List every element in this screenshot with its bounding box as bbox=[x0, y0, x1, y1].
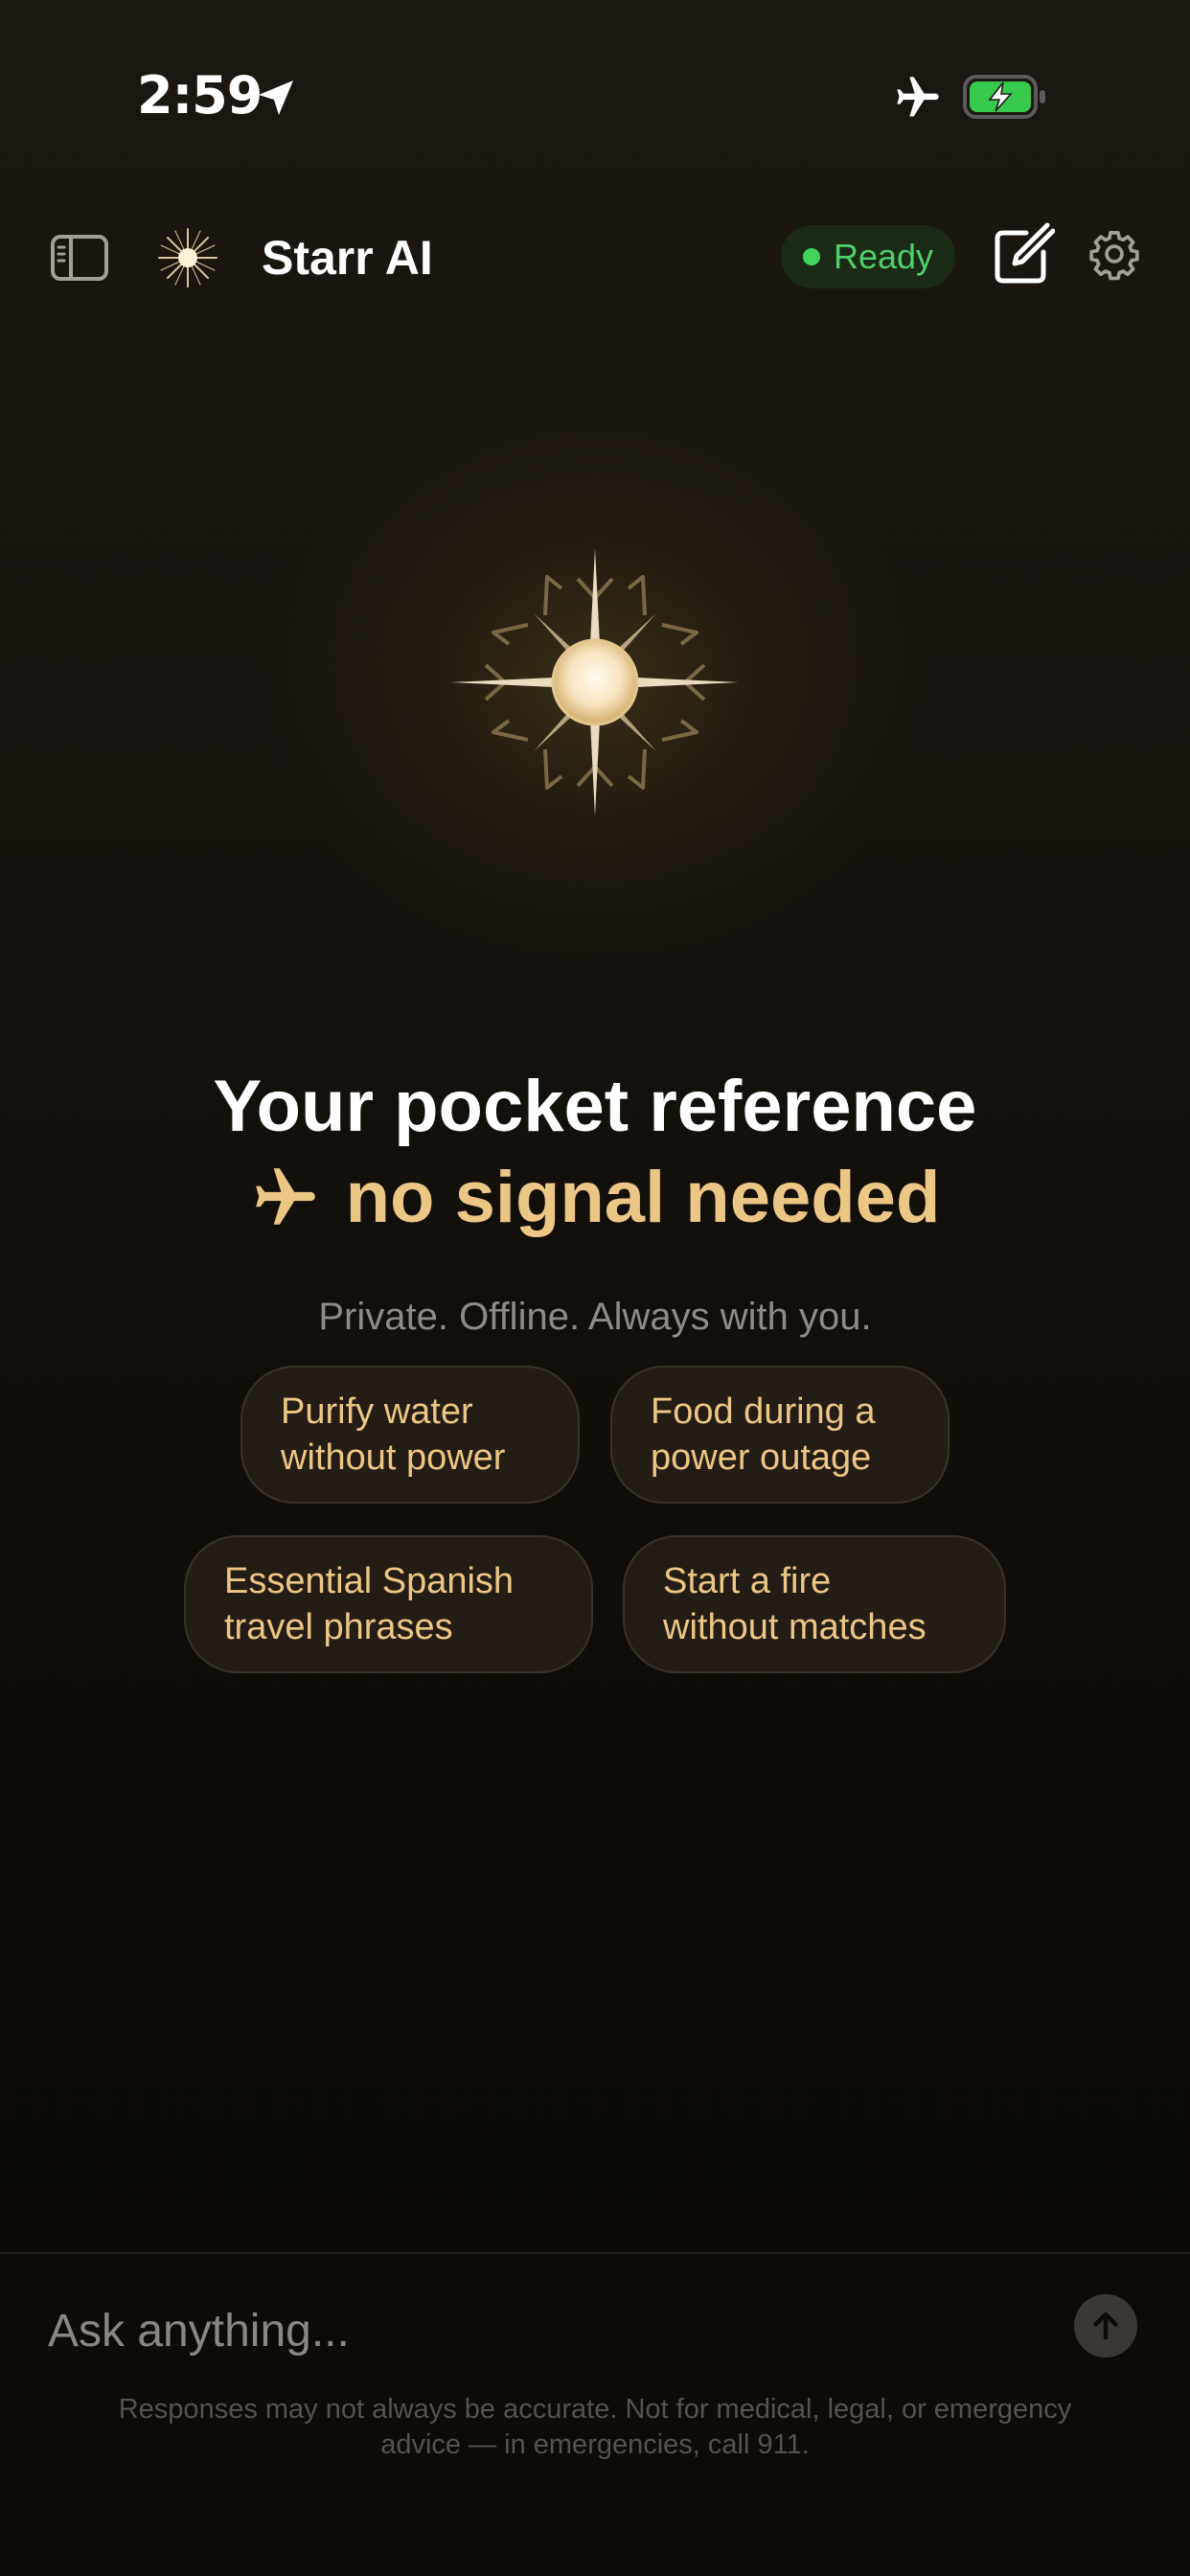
headline-line-2-text: no signal needed bbox=[345, 1157, 941, 1238]
gear-icon bbox=[1089, 230, 1139, 281]
suggestion-chip-purify-water[interactable]: Purify water without power bbox=[240, 1366, 580, 1504]
suggestion-chip-start-fire[interactable]: Start a fire without matches bbox=[623, 1535, 1006, 1673]
status-time: 2:59 bbox=[137, 65, 263, 126]
new-chat-button[interactable] bbox=[990, 219, 1056, 288]
status-label: Ready bbox=[833, 237, 934, 276]
sidebar-toggle-button[interactable] bbox=[50, 231, 111, 285]
app-header: Starr AI Ready bbox=[0, 206, 1190, 310]
suggestion-chip-label: Essential Spanish travel phrases bbox=[224, 1561, 515, 1647]
message-input[interactable] bbox=[48, 2292, 1006, 2369]
status-dot bbox=[802, 248, 820, 265]
status-bar: 2:59 bbox=[0, 0, 1190, 192]
send-button[interactable] bbox=[1074, 2294, 1137, 2358]
suggestion-chip-food-outage[interactable]: Food during a power outage bbox=[610, 1366, 950, 1504]
location-arrow-icon bbox=[259, 80, 293, 115]
suggestion-chip-spanish-phrases[interactable]: Essential Spanish travel phrases bbox=[184, 1535, 593, 1673]
headline-line-2: no signal needed bbox=[0, 1155, 1190, 1241]
tagline: Private. Offline. Always with you. bbox=[318, 1296, 872, 1338]
disclaimer-text: Responses may not always be accurate. No… bbox=[118, 2394, 1072, 2460]
starburst-logo-icon bbox=[158, 228, 217, 288]
headline-line-1: Your pocket reference bbox=[213, 1066, 977, 1147]
model-status-badge: Ready bbox=[781, 225, 955, 288]
suggestion-chip-label: Start a fire without matches bbox=[663, 1561, 927, 1647]
composer: Responses may not always be accurate. No… bbox=[0, 2252, 1190, 2576]
settings-button[interactable] bbox=[1087, 227, 1141, 281]
battery-charging-icon bbox=[963, 75, 1045, 119]
arrow-up-icon bbox=[1093, 2312, 1118, 2340]
compose-icon bbox=[995, 222, 1056, 284]
suggestion-chip-label: Food during a power outage bbox=[651, 1392, 876, 1478]
compass-star-icon bbox=[451, 548, 739, 816]
app-title: Starr AI bbox=[262, 231, 433, 285]
suggestion-chip-label: Purify water without power bbox=[281, 1392, 506, 1478]
sidebar-icon bbox=[51, 235, 108, 281]
airplane-icon bbox=[255, 1168, 315, 1225]
airplane-mode-icon bbox=[897, 77, 939, 117]
